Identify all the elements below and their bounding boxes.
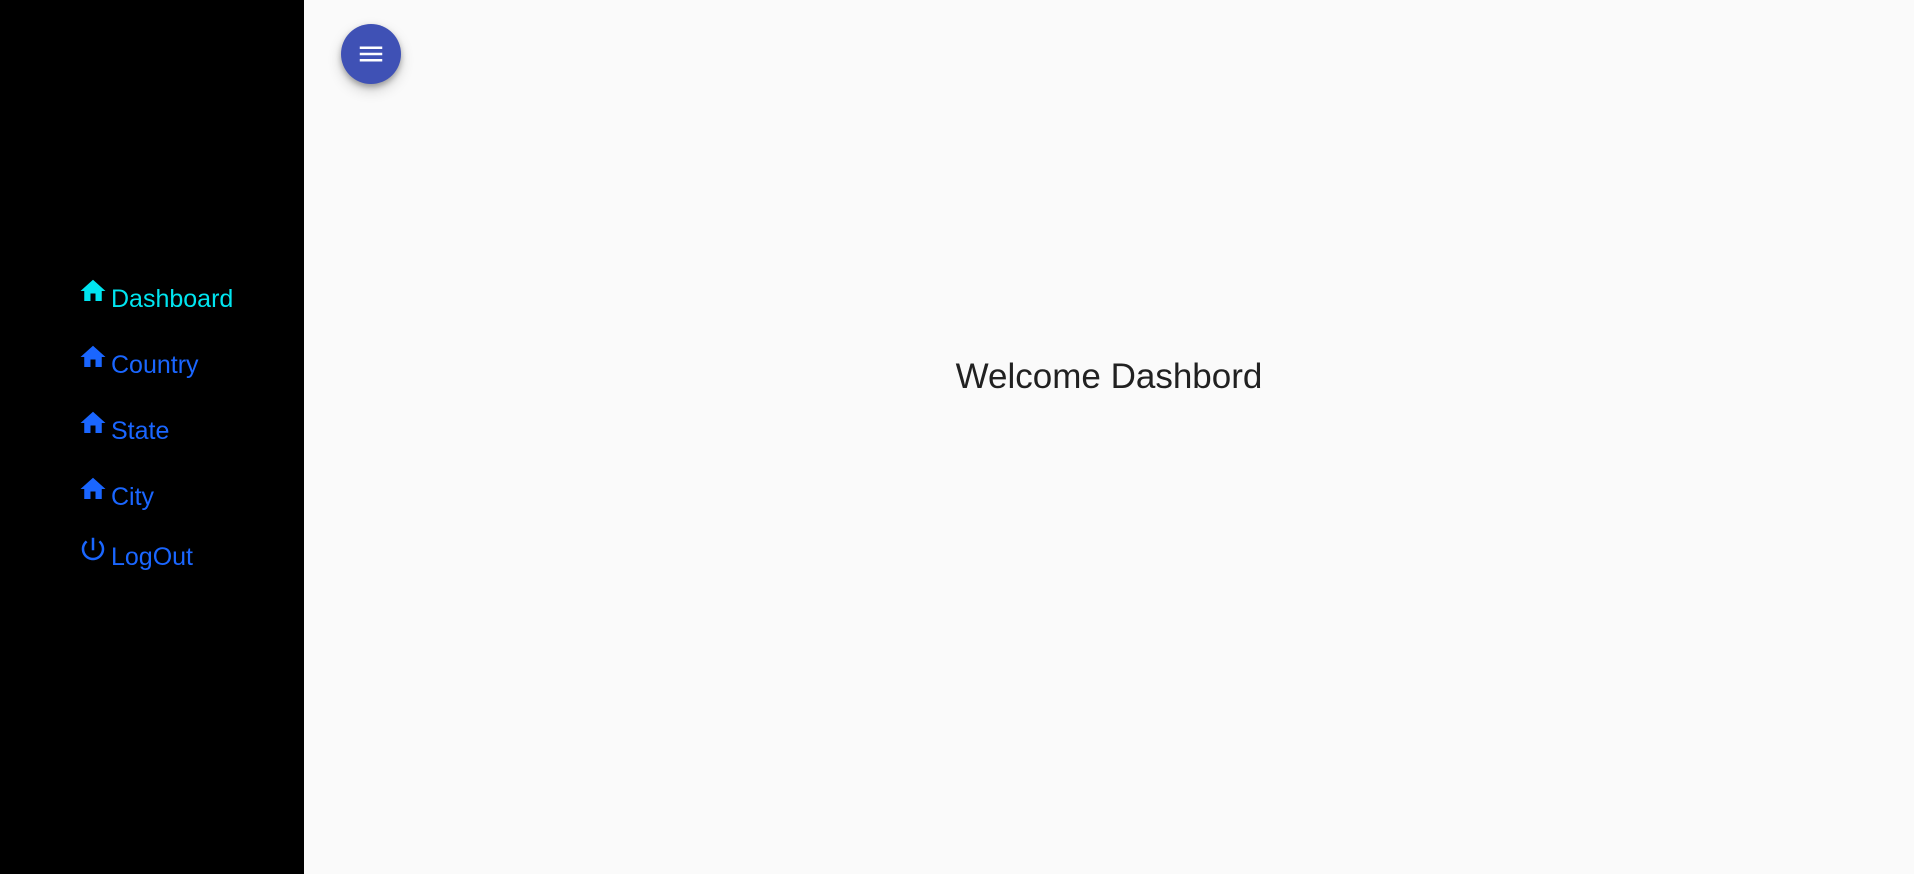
sidebar-item-state[interactable]: State (77, 408, 233, 445)
sidebar-item-label: City (111, 483, 155, 511)
sidebar-item-country[interactable]: Country (77, 342, 233, 379)
app-root: Dashboard Country State City LogOut Welc… (0, 0, 1914, 874)
welcome-message: Welcome Dashbord (955, 357, 1263, 396)
sidebar-nav: Dashboard Country State City LogOut (77, 276, 233, 600)
home-icon (77, 408, 109, 438)
sidebar-item-logout[interactable]: LogOut (77, 534, 233, 571)
sidebar-item-label: Country (111, 351, 199, 379)
sidebar-item-label: State (111, 417, 170, 445)
sidebar-item-label: LogOut (111, 543, 194, 571)
menu-toggle-button[interactable] (341, 24, 401, 84)
sidebar-item-dashboard[interactable]: Dashboard (77, 276, 233, 313)
menu-icon (356, 39, 386, 69)
sidebar-item-label: Dashboard (111, 285, 234, 313)
sidebar: Dashboard Country State City LogOut (0, 0, 304, 874)
home-icon (77, 342, 109, 372)
power-icon (77, 534, 109, 564)
home-icon (77, 474, 109, 504)
home-icon (77, 276, 109, 306)
main-content (304, 0, 1914, 874)
sidebar-item-city[interactable]: City (77, 474, 233, 511)
